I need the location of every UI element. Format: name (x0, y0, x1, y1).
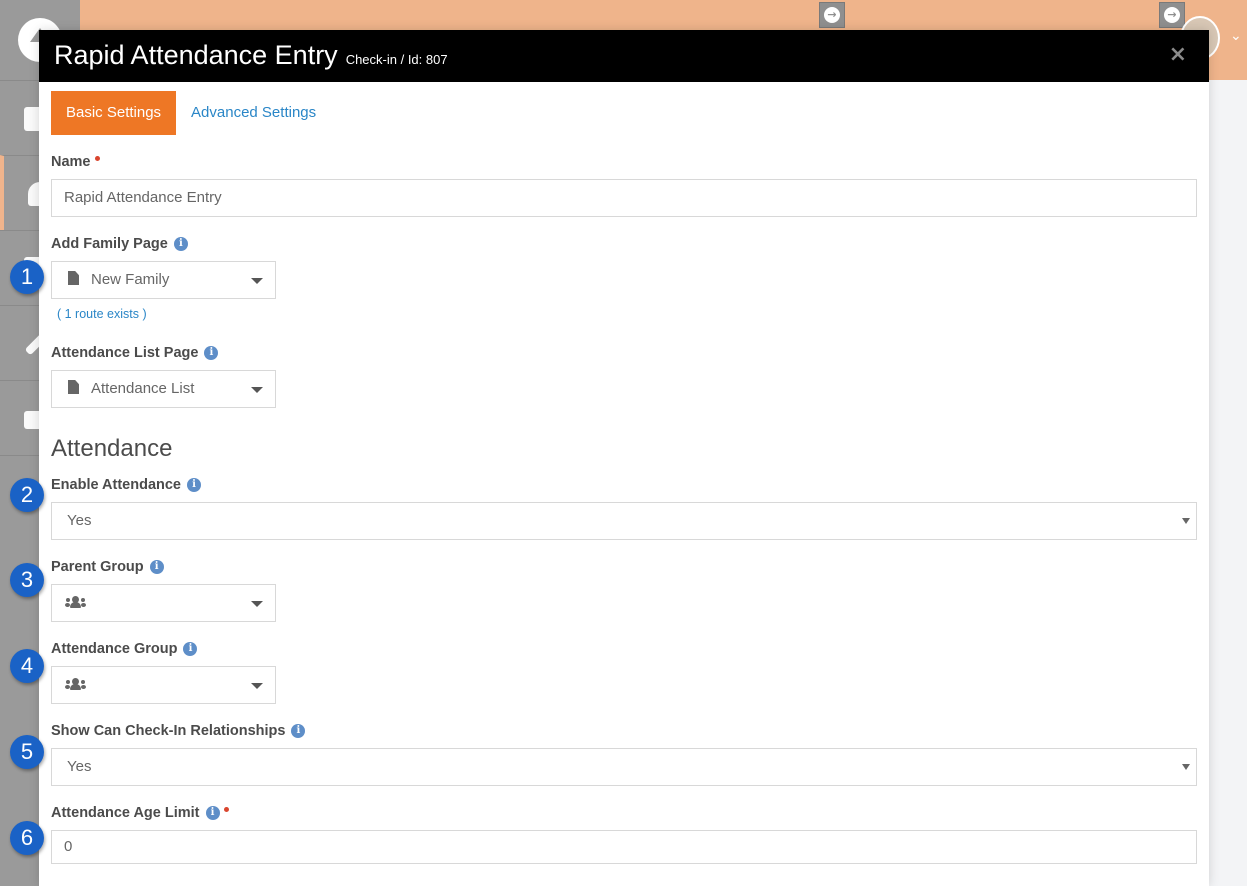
attendance-group-label-text: Attendance Group (51, 641, 178, 657)
modal-title-text: Rapid Attendance Entry (54, 40, 338, 70)
callout-badge: 2 (10, 478, 44, 512)
enable-attendance-label: Enable Attendance i (51, 475, 1197, 495)
name-label: Name (51, 152, 1197, 172)
required-indicator (223, 806, 229, 812)
attendance-list-page-label: Attendance List Page i (51, 343, 1197, 363)
show-can-checkin-value: Yes (67, 758, 92, 775)
route-exists-link[interactable]: ( 1 route exists ) (57, 307, 1197, 321)
enable-attendance-select[interactable]: Yes (51, 502, 1197, 540)
parent-group-label-text: Parent Group (51, 559, 144, 575)
show-can-checkin-select[interactable]: Yes (51, 748, 1197, 786)
caret-down-icon (251, 387, 263, 393)
attendance-list-page-field: Attendance List Page i Attendance List (51, 343, 1197, 408)
parent-group-picker[interactable] (51, 584, 276, 622)
zone-button[interactable]: → (819, 2, 845, 28)
add-family-page-label: Add Family Page i (51, 234, 1197, 254)
callout-badge: 1 (10, 260, 44, 294)
file-icon (68, 380, 79, 394)
info-circle-icon[interactable]: i (187, 478, 201, 492)
caret-down-icon (1182, 764, 1190, 770)
name-input[interactable]: Rapid Attendance Entry (51, 179, 1197, 217)
info-circle-icon[interactable]: i (173, 237, 188, 251)
tab-advanced-settings[interactable]: Advanced Settings (176, 91, 331, 135)
name-label-text: Name (51, 154, 91, 170)
enable-attendance-label-text: Enable Attendance (51, 477, 181, 493)
info-circle-icon[interactable]: i (291, 724, 306, 738)
users-icon (65, 678, 86, 690)
tab-basic-settings[interactable]: Basic Settings (51, 91, 177, 135)
attendance-list-page-picker[interactable]: Attendance List (51, 370, 276, 408)
attendance-group-label: Attendance Group i (51, 639, 1197, 659)
arrow-circle-right-icon: → (824, 7, 840, 23)
zone-button[interactable]: → (1159, 2, 1185, 28)
parent-group-field: Parent Group i (51, 557, 1197, 622)
show-can-checkin-field: Show Can Check-In Relationships i Yes (51, 721, 1197, 786)
enable-attendance-field: Enable Attendance i Yes (51, 475, 1197, 540)
attendance-group-field: Attendance Group i (51, 639, 1197, 704)
attendance-section-title: Attendance (51, 435, 173, 462)
attendance-list-page-label-text: Attendance List Page (51, 345, 199, 361)
file-icon (68, 271, 79, 285)
attendance-age-limit-input[interactable]: 0 (51, 830, 1197, 864)
attendance-age-limit-field: Attendance Age Limit i 0 (51, 803, 1197, 864)
attendance-age-limit-label: Attendance Age Limit i (51, 803, 1197, 823)
attendance-group-picker[interactable] (51, 666, 276, 704)
chevron-down-icon[interactable]: ⌄ (1230, 28, 1242, 44)
enable-attendance-value: Yes (67, 512, 92, 529)
add-family-page-value: New Family (91, 271, 170, 288)
info-circle-icon[interactable]: i (183, 642, 198, 656)
block-settings-modal: Rapid Attendance Entry Check-in / Id: 807… (39, 30, 1209, 886)
caret-down-icon (251, 683, 263, 689)
modal-title: Rapid Attendance Entry Check-in / Id: 807 (54, 40, 448, 71)
add-family-page-label-text: Add Family Page (51, 236, 168, 252)
caret-down-icon (251, 601, 263, 607)
attendance-age-limit-label-text: Attendance Age Limit (51, 805, 200, 821)
show-can-checkin-label-text: Show Can Check-In Relationships (51, 723, 286, 739)
callout-badge: 6 (10, 821, 44, 855)
add-family-page-picker[interactable]: New Family (51, 261, 276, 299)
modal-header: Rapid Attendance Entry Check-in / Id: 807… (39, 30, 1209, 82)
caret-down-icon (1182, 518, 1190, 524)
info-circle-icon[interactable]: i (205, 806, 220, 820)
callout-badge: 5 (10, 735, 44, 769)
callout-badge: 3 (10, 563, 44, 597)
attendance-list-page-value: Attendance List (91, 380, 195, 397)
arrow-circle-right-icon: → (1164, 7, 1180, 23)
callout-badge: 4 (10, 649, 44, 683)
info-circle-icon[interactable]: i (204, 346, 219, 360)
show-can-checkin-label: Show Can Check-In Relationships i (51, 721, 1197, 741)
users-icon (65, 596, 86, 608)
add-family-page-field: Add Family Page i New Family ( 1 route ex… (51, 234, 1197, 321)
name-field: Name Rapid Attendance Entry (51, 152, 1197, 217)
modal-subtitle: Check-in / Id: 807 (345, 52, 448, 67)
info-circle-icon[interactable]: i (149, 560, 164, 574)
parent-group-label: Parent Group i (51, 557, 1197, 577)
close-icon[interactable]: × (1169, 42, 1187, 67)
required-indicator (94, 155, 100, 161)
caret-down-icon (251, 278, 263, 284)
settings-tabs: Basic Settings Advanced Settings (51, 91, 331, 135)
